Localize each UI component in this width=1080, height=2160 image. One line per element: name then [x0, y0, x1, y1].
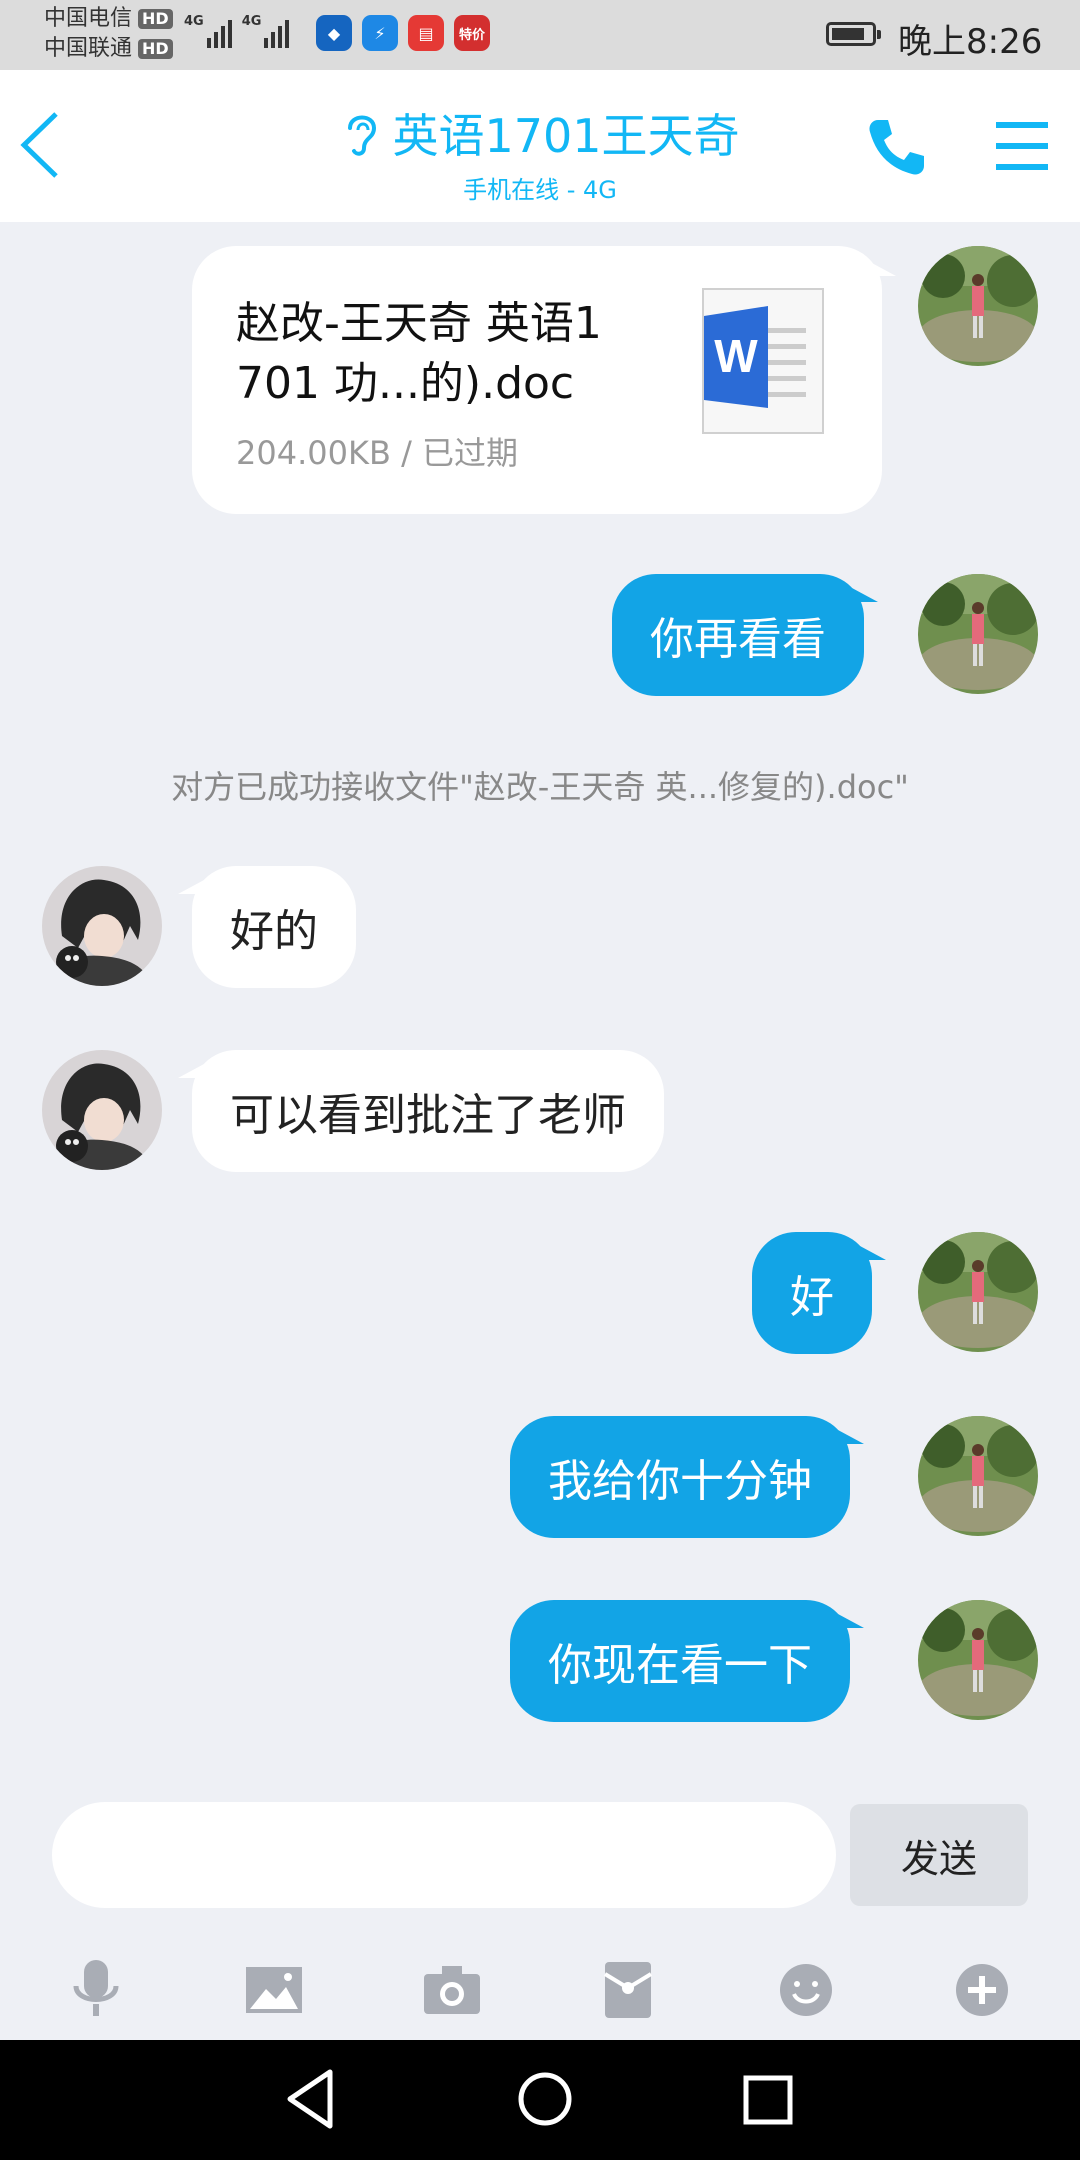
avatar-photo	[42, 866, 162, 986]
recents-icon	[743, 2075, 793, 2125]
status-time: 晚上8:26	[898, 22, 1043, 62]
contact-name: 英语1701王天奇	[392, 109, 740, 163]
file-name: 赵改-王天奇 英语1 701 功...的).doc	[236, 298, 602, 409]
plus-icon[interactable]	[942, 1950, 1022, 2030]
avatar-photo	[918, 246, 1038, 366]
message-input[interactable]	[52, 1802, 836, 1908]
home-icon	[518, 2072, 572, 2126]
status-bar: 中国电信 HD 中国联通 HD 4G 4G ◆ ⚡ ▤ 特价 晚上8:26	[0, 0, 1080, 70]
menu-button[interactable]	[994, 120, 1050, 176]
contact-avatar[interactable]	[42, 1050, 162, 1170]
my-avatar[interactable]	[918, 574, 1038, 694]
flash-app-icon: ⚡	[362, 15, 398, 51]
system-notice: 对方已成功接收文件"赵改-王天奇 英...修复的).doc"	[171, 768, 909, 806]
send-button[interactable]: 发送	[850, 1804, 1028, 1906]
back-icon	[287, 2069, 333, 2129]
sale-app-icon: 特价	[454, 15, 490, 51]
signal-icon: 4G	[242, 14, 290, 48]
contact-message[interactable]: 好的	[178, 866, 356, 988]
my-message[interactable]: 你现在看一下	[510, 1600, 864, 1722]
carrier-info: 中国电信 HD 中国联通 HD	[44, 4, 173, 64]
phone-icon	[869, 120, 924, 175]
my-avatar[interactable]	[918, 1416, 1038, 1536]
call-button[interactable]	[864, 114, 930, 184]
chat-title[interactable]: 英语1701王天奇	[340, 100, 740, 166]
microphone-icon[interactable]	[56, 1950, 136, 2030]
nav-recents-button[interactable]	[738, 2064, 798, 2138]
carrier-1: 中国电信	[44, 6, 133, 31]
signal-icon: 4G	[184, 14, 232, 48]
word-doc-icon: W	[702, 288, 824, 438]
shield-app-icon: ◆	[316, 15, 352, 51]
avatar-photo	[918, 574, 1038, 694]
emoji-icon[interactable]	[766, 1950, 846, 2030]
camera-icon[interactable]	[412, 1950, 492, 2030]
file-message[interactable]: 赵改-王天奇 英语1 701 功...的).doc 204.00KB / 已过期…	[192, 246, 896, 514]
ear-icon	[348, 115, 377, 156]
contact-message[interactable]: 可以看到批注了老师	[178, 1050, 664, 1172]
signal-indicators: 4G 4G	[184, 14, 290, 48]
menu-icon	[996, 122, 1048, 170]
my-avatar[interactable]	[918, 1600, 1038, 1720]
my-avatar[interactable]	[918, 246, 1038, 366]
my-message[interactable]: 你再看看	[612, 574, 878, 696]
red-packet-icon[interactable]	[588, 1950, 668, 2030]
nav-back-button[interactable]	[280, 2064, 340, 2138]
my-message[interactable]: 我给你十分钟	[510, 1416, 864, 1538]
avatar-photo	[918, 1416, 1038, 1536]
contact-avatar[interactable]	[42, 866, 162, 986]
svg-text:W: W	[714, 330, 758, 382]
carrier-2: 中国联通	[44, 36, 133, 61]
my-message[interactable]: 好	[752, 1232, 886, 1354]
notification-icons: ◆ ⚡ ▤ 特价	[316, 15, 490, 51]
hd-badge: HD	[138, 9, 173, 29]
my-avatar[interactable]	[918, 1232, 1038, 1352]
file-meta: 204.00KB / 已过期	[236, 434, 519, 472]
battery-icon	[826, 22, 881, 46]
avatar-photo	[42, 1050, 162, 1170]
avatar-photo	[918, 1232, 1038, 1352]
hd-badge: HD	[138, 39, 173, 59]
system-nav-bar	[0, 2040, 1080, 2160]
nav-home-button[interactable]	[510, 2064, 580, 2138]
book-app-icon: ▤	[408, 15, 444, 51]
input-toolbar	[0, 1940, 1080, 2040]
avatar-photo	[918, 1600, 1038, 1720]
chat-header: 英语1701王天奇 手机在线 - 4G	[0, 70, 1080, 222]
image-icon[interactable]	[234, 1950, 314, 2030]
